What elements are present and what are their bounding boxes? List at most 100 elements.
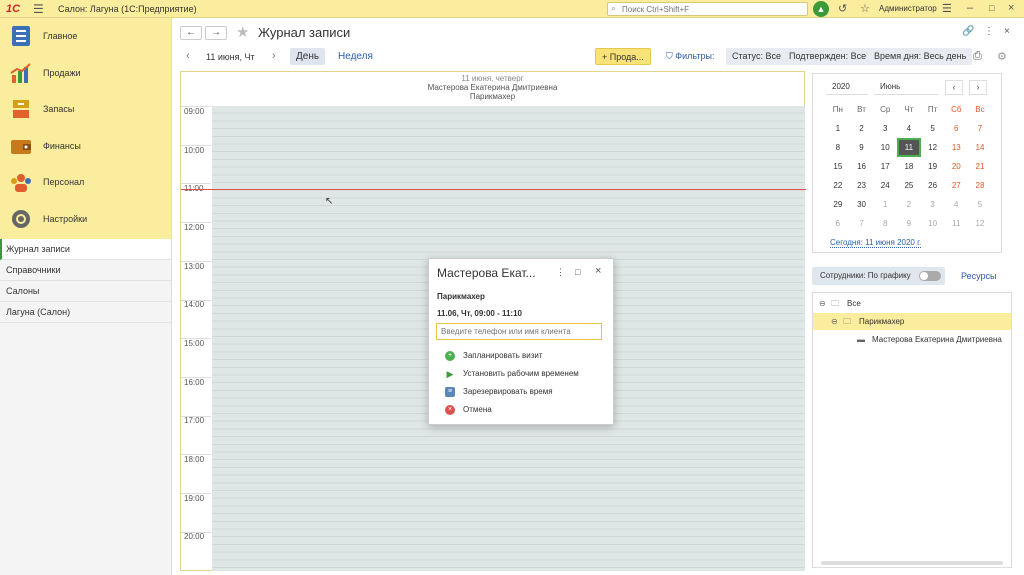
section-finance[interactable]: Финансы — [0, 128, 171, 165]
calendar-day[interactable]: 7 — [850, 214, 874, 233]
popup-maximize-icon[interactable]: □ — [575, 267, 580, 277]
staff-schedule-toggle[interactable] — [919, 271, 941, 281]
calendar-day[interactable]: 17 — [873, 157, 897, 176]
year-select[interactable]: 2020 — [826, 82, 868, 95]
calendar-day[interactable]: 14 — [968, 138, 992, 157]
settings-menu-icon[interactable]: ☰ — [942, 2, 952, 15]
calendar-day[interactable]: 26 — [921, 176, 945, 195]
calendar-day[interactable]: 16 — [850, 157, 874, 176]
logo-1c: 1С — [6, 3, 21, 15]
week-view-button[interactable]: Неделя — [332, 48, 379, 65]
calendar-day[interactable]: 30 — [850, 195, 874, 214]
calendar-day[interactable]: 12 — [921, 138, 945, 157]
section-sales[interactable]: Продажи — [0, 55, 171, 92]
calendar-day[interactable]: 1 — [826, 119, 850, 138]
calendar-day[interactable]: 2 — [897, 195, 921, 214]
calendar-day[interactable]: 10 — [921, 214, 945, 233]
nav-item-salons[interactable]: Салоны — [0, 281, 171, 302]
confirmed-filter[interactable]: Подтвержден: Все — [783, 48, 873, 65]
calendar-day[interactable]: 12 — [968, 214, 992, 233]
staff-icon — [9, 170, 33, 194]
calendar-day[interactable]: 7 — [968, 119, 992, 138]
calendar-day[interactable]: 5 — [968, 195, 992, 214]
calendar-day[interactable]: 9 — [850, 138, 874, 157]
collapse-icon[interactable]: ⊖ — [831, 313, 838, 330]
settings-gear-icon[interactable]: ⚙ — [997, 50, 1007, 63]
collapse-icon[interactable]: ⊖ — [819, 295, 826, 312]
today-link[interactable]: Сегодня: 11 июня 2020 г. — [830, 238, 922, 248]
section-settings[interactable]: Настройки — [0, 201, 171, 238]
calendar-day[interactable]: 8 — [873, 214, 897, 233]
horizontal-scrollbar[interactable] — [821, 561, 1003, 565]
status-filter[interactable]: Статус: Все — [726, 48, 787, 65]
calendar-day[interactable]: 1 — [873, 195, 897, 214]
close-icon[interactable]: × — [1008, 2, 1014, 14]
section-stock[interactable]: Запасы — [0, 91, 171, 128]
popup-more-icon[interactable]: ⋮ — [556, 267, 565, 278]
nav-item-references[interactable]: Справочники — [0, 260, 171, 281]
nav-item-laguna[interactable]: Лагуна (Салон) — [0, 302, 171, 323]
forward-button[interactable]: → — [205, 26, 227, 40]
nav-item-journal[interactable]: Журнал записи — [0, 239, 171, 260]
tree-row-employee[interactable]: ▬ Мастерова Екатерина Дмитриевна — [813, 331, 1011, 348]
search-input[interactable] — [622, 4, 802, 15]
calendar-day[interactable]: 9 — [897, 214, 921, 233]
calendar-day[interactable]: 11 — [944, 214, 968, 233]
new-sale-button[interactable]: + Прода... — [595, 48, 651, 65]
tree-row-hairdresser[interactable]: ⊖ 🗀 Парикмахер — [813, 313, 1011, 330]
calendar-day-selected[interactable]: 11 — [897, 138, 921, 157]
calendar-day[interactable]: 6 — [826, 214, 850, 233]
calendar-day[interactable]: 15 — [826, 157, 850, 176]
maximize-icon[interactable]: □ — [989, 3, 994, 13]
favorite-star-icon[interactable]: ★ — [236, 23, 249, 41]
calendar-day[interactable]: 25 — [897, 176, 921, 195]
calendar-day[interactable]: 3 — [873, 119, 897, 138]
history-icon[interactable]: ↺ — [838, 2, 847, 15]
daytime-filter[interactable]: Время дня: Весь день — [868, 48, 973, 65]
current-date[interactable]: 11 июня, Чт — [206, 52, 255, 62]
user-name[interactable]: Администратор — [879, 4, 937, 13]
calendar-day[interactable]: 29 — [826, 195, 850, 214]
minimize-icon[interactable]: – — [967, 2, 973, 14]
calendar-day[interactable]: 2 — [850, 119, 874, 138]
calendar-day[interactable]: 24 — [873, 176, 897, 195]
popup-close-icon[interactable]: × — [595, 265, 601, 277]
print-icon[interactable]: ⎙ — [973, 50, 982, 63]
calendar-day[interactable]: 19 — [921, 157, 945, 176]
close-page-icon[interactable]: × — [1004, 26, 1010, 37]
calendar-day[interactable]: 27 — [944, 176, 968, 195]
next-date-icon[interactable]: › — [272, 50, 276, 62]
calendar-day[interactable]: 22 — [826, 176, 850, 195]
calendar-day[interactable]: 3 — [921, 195, 945, 214]
filters-button[interactable]: ⛉ Фильтры: — [660, 48, 720, 65]
calendar-day[interactable]: 13 — [944, 138, 968, 157]
global-search[interactable]: ⌕ — [607, 2, 808, 16]
calendar-day[interactable]: 4 — [944, 195, 968, 214]
calendar-day[interactable]: 10 — [873, 138, 897, 157]
calendar-day[interactable]: 8 — [826, 138, 850, 157]
section-main[interactable]: Главное — [0, 18, 171, 55]
resources-link[interactable]: Ресурсы — [961, 271, 997, 281]
calendar-day[interactable]: 6 — [944, 119, 968, 138]
calendar-day[interactable]: 20 — [944, 157, 968, 176]
more-icon[interactable]: ⋮ — [984, 26, 994, 37]
client-search-input[interactable] — [436, 323, 602, 340]
favorites-icon[interactable]: ☆ — [860, 2, 870, 15]
link-icon[interactable]: 🔗 — [962, 26, 974, 37]
back-button[interactable]: ← — [180, 26, 202, 40]
calendar-day[interactable]: 21 — [968, 157, 992, 176]
month-select[interactable]: Июнь — [874, 82, 938, 95]
calendar-day[interactable]: 23 — [850, 176, 874, 195]
calendar-day[interactable]: 5 — [921, 119, 945, 138]
day-view-button[interactable]: День — [290, 48, 326, 65]
section-staff[interactable]: Персонал — [0, 164, 171, 201]
next-month-icon[interactable]: › — [969, 80, 987, 95]
tree-row-all[interactable]: ⊖ 🗀 Все — [813, 295, 1011, 312]
calendar-day[interactable]: 4 — [897, 119, 921, 138]
notification-icon[interactable]: ▲ — [813, 1, 829, 17]
calendar-day[interactable]: 18 — [897, 157, 921, 176]
menu-icon[interactable]: ☰ — [33, 2, 44, 16]
calendar-day[interactable]: 28 — [968, 176, 992, 195]
prev-date-icon[interactable]: ‹ — [186, 50, 190, 62]
prev-month-icon[interactable]: ‹ — [945, 80, 963, 95]
